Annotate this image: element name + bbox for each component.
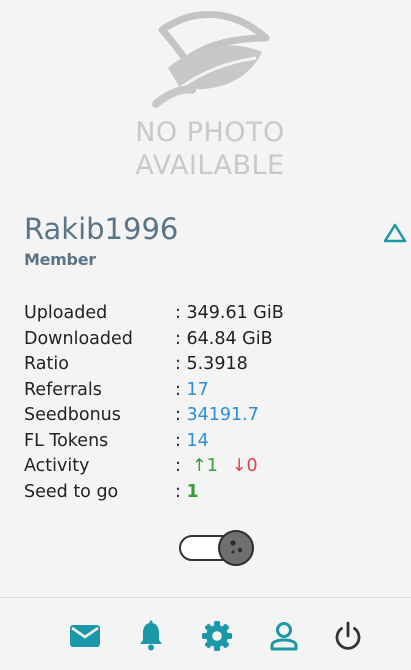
- bottom-nav: [0, 598, 411, 670]
- user-icon[interactable]: [268, 620, 300, 652]
- stat-label: FL Tokens: [24, 430, 109, 451]
- stat-referrals: Referrals : 17: [24, 378, 284, 404]
- profile-photo-placeholder: NO PHOTO AVAILABLE: [128, 8, 292, 181]
- theme-toggle[interactable]: [179, 530, 255, 566]
- stat-value: 5.3918: [186, 354, 248, 374]
- moon-icon: [218, 530, 254, 566]
- stat-separator: :: [175, 456, 181, 476]
- mail-icon[interactable]: [69, 620, 101, 652]
- username: Rakib1996: [24, 212, 179, 246]
- stat-value: 1: [186, 481, 199, 502]
- stat-value: 64.84 GiB: [186, 328, 273, 349]
- stat-seed-to-go: Seed to go : 1: [24, 480, 284, 506]
- bell-icon[interactable]: [135, 620, 167, 652]
- stat-separator: :: [175, 379, 181, 400]
- stat-activity: Activity : ↑1 ↓0: [24, 454, 284, 480]
- user-stats: Uploaded : 349.61 GiB Downloaded : 64.84…: [24, 301, 284, 505]
- fl-tokens-link[interactable]: 14: [186, 429, 208, 455]
- stat-label: Uploaded: [24, 303, 108, 323]
- collapse-triangle-icon[interactable]: [382, 222, 408, 244]
- stat-separator: :: [175, 303, 181, 323]
- stat-fl-tokens: FL Tokens : 14: [24, 429, 284, 455]
- stat-label: Ratio: [24, 354, 69, 374]
- stat-seedbonus: Seedbonus : 34191.7: [24, 403, 284, 429]
- stat-label: Seed to go: [24, 481, 119, 502]
- stat-uploaded: Uploaded : 349.61 GiB: [24, 301, 284, 327]
- leeching-count[interactable]: ↓0: [232, 454, 258, 480]
- stat-separator: :: [175, 481, 181, 502]
- seedbonus-link[interactable]: 34191.7: [186, 403, 258, 429]
- leaf-icon: [152, 11, 270, 108]
- stat-separator: :: [175, 430, 181, 451]
- stat-separator: :: [175, 405, 181, 425]
- referrals-link[interactable]: 17: [186, 378, 208, 404]
- seeding-count[interactable]: ↑1: [192, 454, 218, 480]
- stat-label: Activity: [24, 456, 90, 476]
- stat-separator: :: [175, 354, 181, 374]
- gear-icon[interactable]: [201, 620, 233, 652]
- stat-ratio: Ratio : 5.3918: [24, 352, 284, 378]
- stat-label: Downloaded: [24, 328, 133, 349]
- no-photo-text: NO PHOTO AVAILABLE: [135, 117, 285, 181]
- stat-downloaded: Downloaded : 64.84 GiB: [24, 327, 284, 353]
- user-role: Member: [24, 250, 96, 269]
- power-icon[interactable]: [332, 620, 364, 652]
- stat-separator: :: [175, 328, 181, 349]
- stat-label: Seedbonus: [24, 405, 121, 425]
- stat-value: 349.61 GiB: [186, 303, 284, 323]
- stat-label: Referrals: [24, 379, 102, 400]
